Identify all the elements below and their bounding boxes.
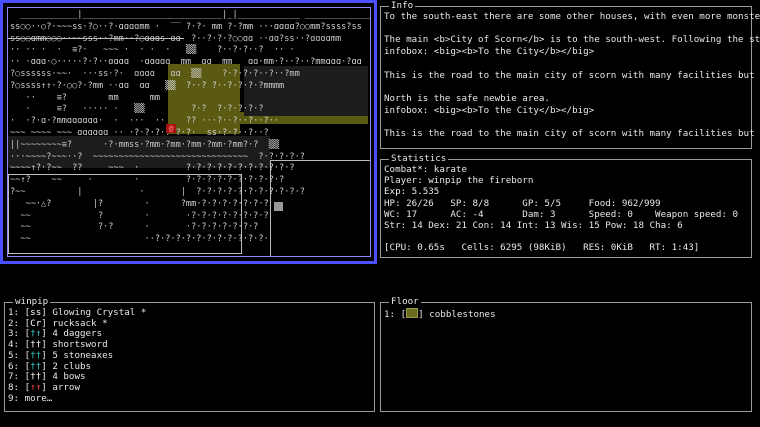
item-number: 2: bbox=[8, 317, 20, 329]
stat-line: WC: 17 AC: -4 Dam: 3 Speed: 0 Weapon spe… bbox=[384, 208, 739, 220]
item-label: 4 daggers bbox=[52, 328, 103, 340]
item-glyph-icon: †† bbox=[30, 339, 42, 351]
floor-panel: Floor 1: [] cobblestones bbox=[380, 296, 752, 412]
item-number: 5: bbox=[8, 349, 20, 361]
map-row: ?○ssss↑↑·?·○○?·?mm ··ɑɑ ɑɑ ▒▒ ?··? ?··?·… bbox=[10, 80, 285, 91]
info-line: infobox: <big><b>To the City</b></big> bbox=[384, 46, 595, 58]
item-glyph-icon: ss bbox=[30, 307, 42, 318]
map-row: ·· ·ɑɑɑ·○·····?·?··ɑɑɑɑ ·ɑɑɑɑɑ mm ɑɑ mm … bbox=[10, 57, 362, 68]
item-glyph-icon: Cr bbox=[30, 317, 42, 329]
item-number: 1: bbox=[384, 309, 396, 320]
item-label: Glowing Crystal * bbox=[52, 307, 147, 318]
info-line: To the south-east there are some other h… bbox=[384, 11, 760, 22]
item-label: 4 bows bbox=[52, 371, 86, 383]
info-line: This is the road to the main city of sco… bbox=[384, 69, 760, 81]
map-row: ·· ·· · · ≡?· ~~~ · · · · ▒▒ ?··?·?··? ·… bbox=[10, 45, 295, 56]
map-view[interactable]: ___________|___________________________|… bbox=[0, 0, 377, 264]
map-row: ~~ ?·? · ·?·?·?·?·?·?·? bbox=[10, 222, 259, 233]
item-label: arrow bbox=[52, 381, 80, 393]
item-label: rucksack * bbox=[52, 317, 108, 329]
stat-line: Str: 14 Dex: 21 Con: 14 Int: 13 Wis: 15 … bbox=[384, 220, 683, 231]
map-row: ?○ssssss·~~· ···ss·?· ɑɑɑɑ ɑɑ ▒▒ ?·?·?·?… bbox=[10, 69, 300, 79]
info-line: This is the road to the main city of sco… bbox=[384, 128, 760, 139]
stat-line: Exp: 5.535 bbox=[384, 186, 440, 198]
item-number: 7: bbox=[8, 371, 20, 383]
info-line: infobox: <big><b>To the City</b></big> bbox=[384, 104, 595, 116]
item-number: 1: bbox=[8, 307, 20, 318]
stat-line: HP: 26/26 SP: 8/8 GP: 5/5 Food: 962/999 bbox=[384, 197, 661, 209]
item-label: 2 clubs bbox=[52, 360, 92, 372]
map-row: ~~ ? · ·?·?·?·?·?·?·?·? bbox=[10, 210, 269, 221]
floor-item[interactable]: 1: [] cobblestones bbox=[384, 308, 496, 321]
item-glyph-icon: †† bbox=[30, 360, 42, 372]
map-row: ~~~~↑?·?~~ ?? ~~~ · ?·?·?·?·?·?·?·?·?·?·… bbox=[10, 163, 295, 174]
map-row: ss○○ɑmm○○○··~~sss··?mm··?○ɑɑɑs ɑɑ ?··?·?… bbox=[10, 33, 342, 44]
map-row: ___________|___________________________|… bbox=[20, 10, 370, 20]
map-row: ~~↑? ~~ · · ?·?·?·?·?·?·?·?·?·? bbox=[10, 175, 285, 186]
info-line: North is the safe newbie area. bbox=[384, 92, 550, 104]
selection-cursor bbox=[274, 202, 283, 211]
map-row: ~~ ··?·?·?·?·?·?·?·?·?·?·?· bbox=[10, 234, 269, 245]
item-glyph-icon: †↑ bbox=[30, 328, 42, 340]
map-row: ···~~~~?~~~··? ~~~~~~~~~~~~~~~~~~~~~~~~~… bbox=[10, 151, 305, 162]
map-row: ·· ≡? mm mm bbox=[10, 92, 223, 103]
inventory-panel: winpip 1: [ss] Glowing Crystal * 2: [Cr] … bbox=[4, 296, 375, 412]
stat-line: Combat*: karate bbox=[384, 164, 467, 175]
info-line: The main <b>City of Scorn</b> is to the … bbox=[384, 34, 760, 46]
item-number: 6: bbox=[8, 360, 20, 372]
floor-title: Floor bbox=[389, 296, 421, 308]
item-label: cobblestones bbox=[429, 309, 496, 320]
map-viewport[interactable]: ___________|___________________________|… bbox=[7, 7, 371, 257]
map-row: ss○○··○?·~~~ss·?○··?·ɑɑɑɑmm · ‾‾ ?·?· mm… bbox=[10, 21, 362, 32]
statistics-panel: Statistics Combat*: karate Player: winpip… bbox=[380, 153, 752, 258]
map-row: ~~~ ~~~~ ~~~ ɑɑɑɑɑɑ ·· ·?·?·?·?·?·?· ss·… bbox=[10, 128, 269, 138]
item-number: 3: bbox=[8, 328, 20, 340]
map-row: · ·?·ɑ·?mmɑɑɑɑɑɑ· · ··· ·· ?? ···?··?··?… bbox=[10, 116, 280, 127]
player-marker: @ bbox=[166, 124, 176, 133]
map-row: · ≡? ····· · ▒▒ ?·? ?·?·?·?·? bbox=[10, 104, 264, 115]
inventory-more[interactable]: 9: more… bbox=[8, 393, 52, 405]
map-row: ||~~~~~~~~≡? ·?·mmss·?mm·?mm·?mm·?mm·?mm… bbox=[10, 139, 280, 150]
item-glyph-icon: †† bbox=[30, 371, 42, 383]
building-wall-right bbox=[270, 160, 370, 256]
info-panel: Info To the south-east there are some ot… bbox=[380, 0, 760, 149]
stat-line: [CPU: 0.65s Cells: 6295 (98KiB) RES: 0Ki… bbox=[384, 242, 700, 254]
map-row: ~~·△? |? · ?mm·?·?·?·?·?·?·? bbox=[10, 198, 269, 209]
item-number: 8: bbox=[8, 381, 20, 393]
item-glyph-icon: ↑↑ bbox=[30, 381, 42, 393]
cobblestone-icon bbox=[406, 308, 419, 318]
stat-line: Player: winpip the fireborn bbox=[384, 175, 534, 187]
item-glyph-icon: †† bbox=[30, 349, 42, 361]
map-row: ?~~ | · | ?·?·?·?·?·?·?·?·?·?·? bbox=[10, 187, 305, 197]
item-label: shortsword bbox=[52, 339, 108, 351]
item-number: 4: bbox=[8, 339, 20, 351]
item-label: 5 stoneaxes bbox=[52, 349, 114, 361]
